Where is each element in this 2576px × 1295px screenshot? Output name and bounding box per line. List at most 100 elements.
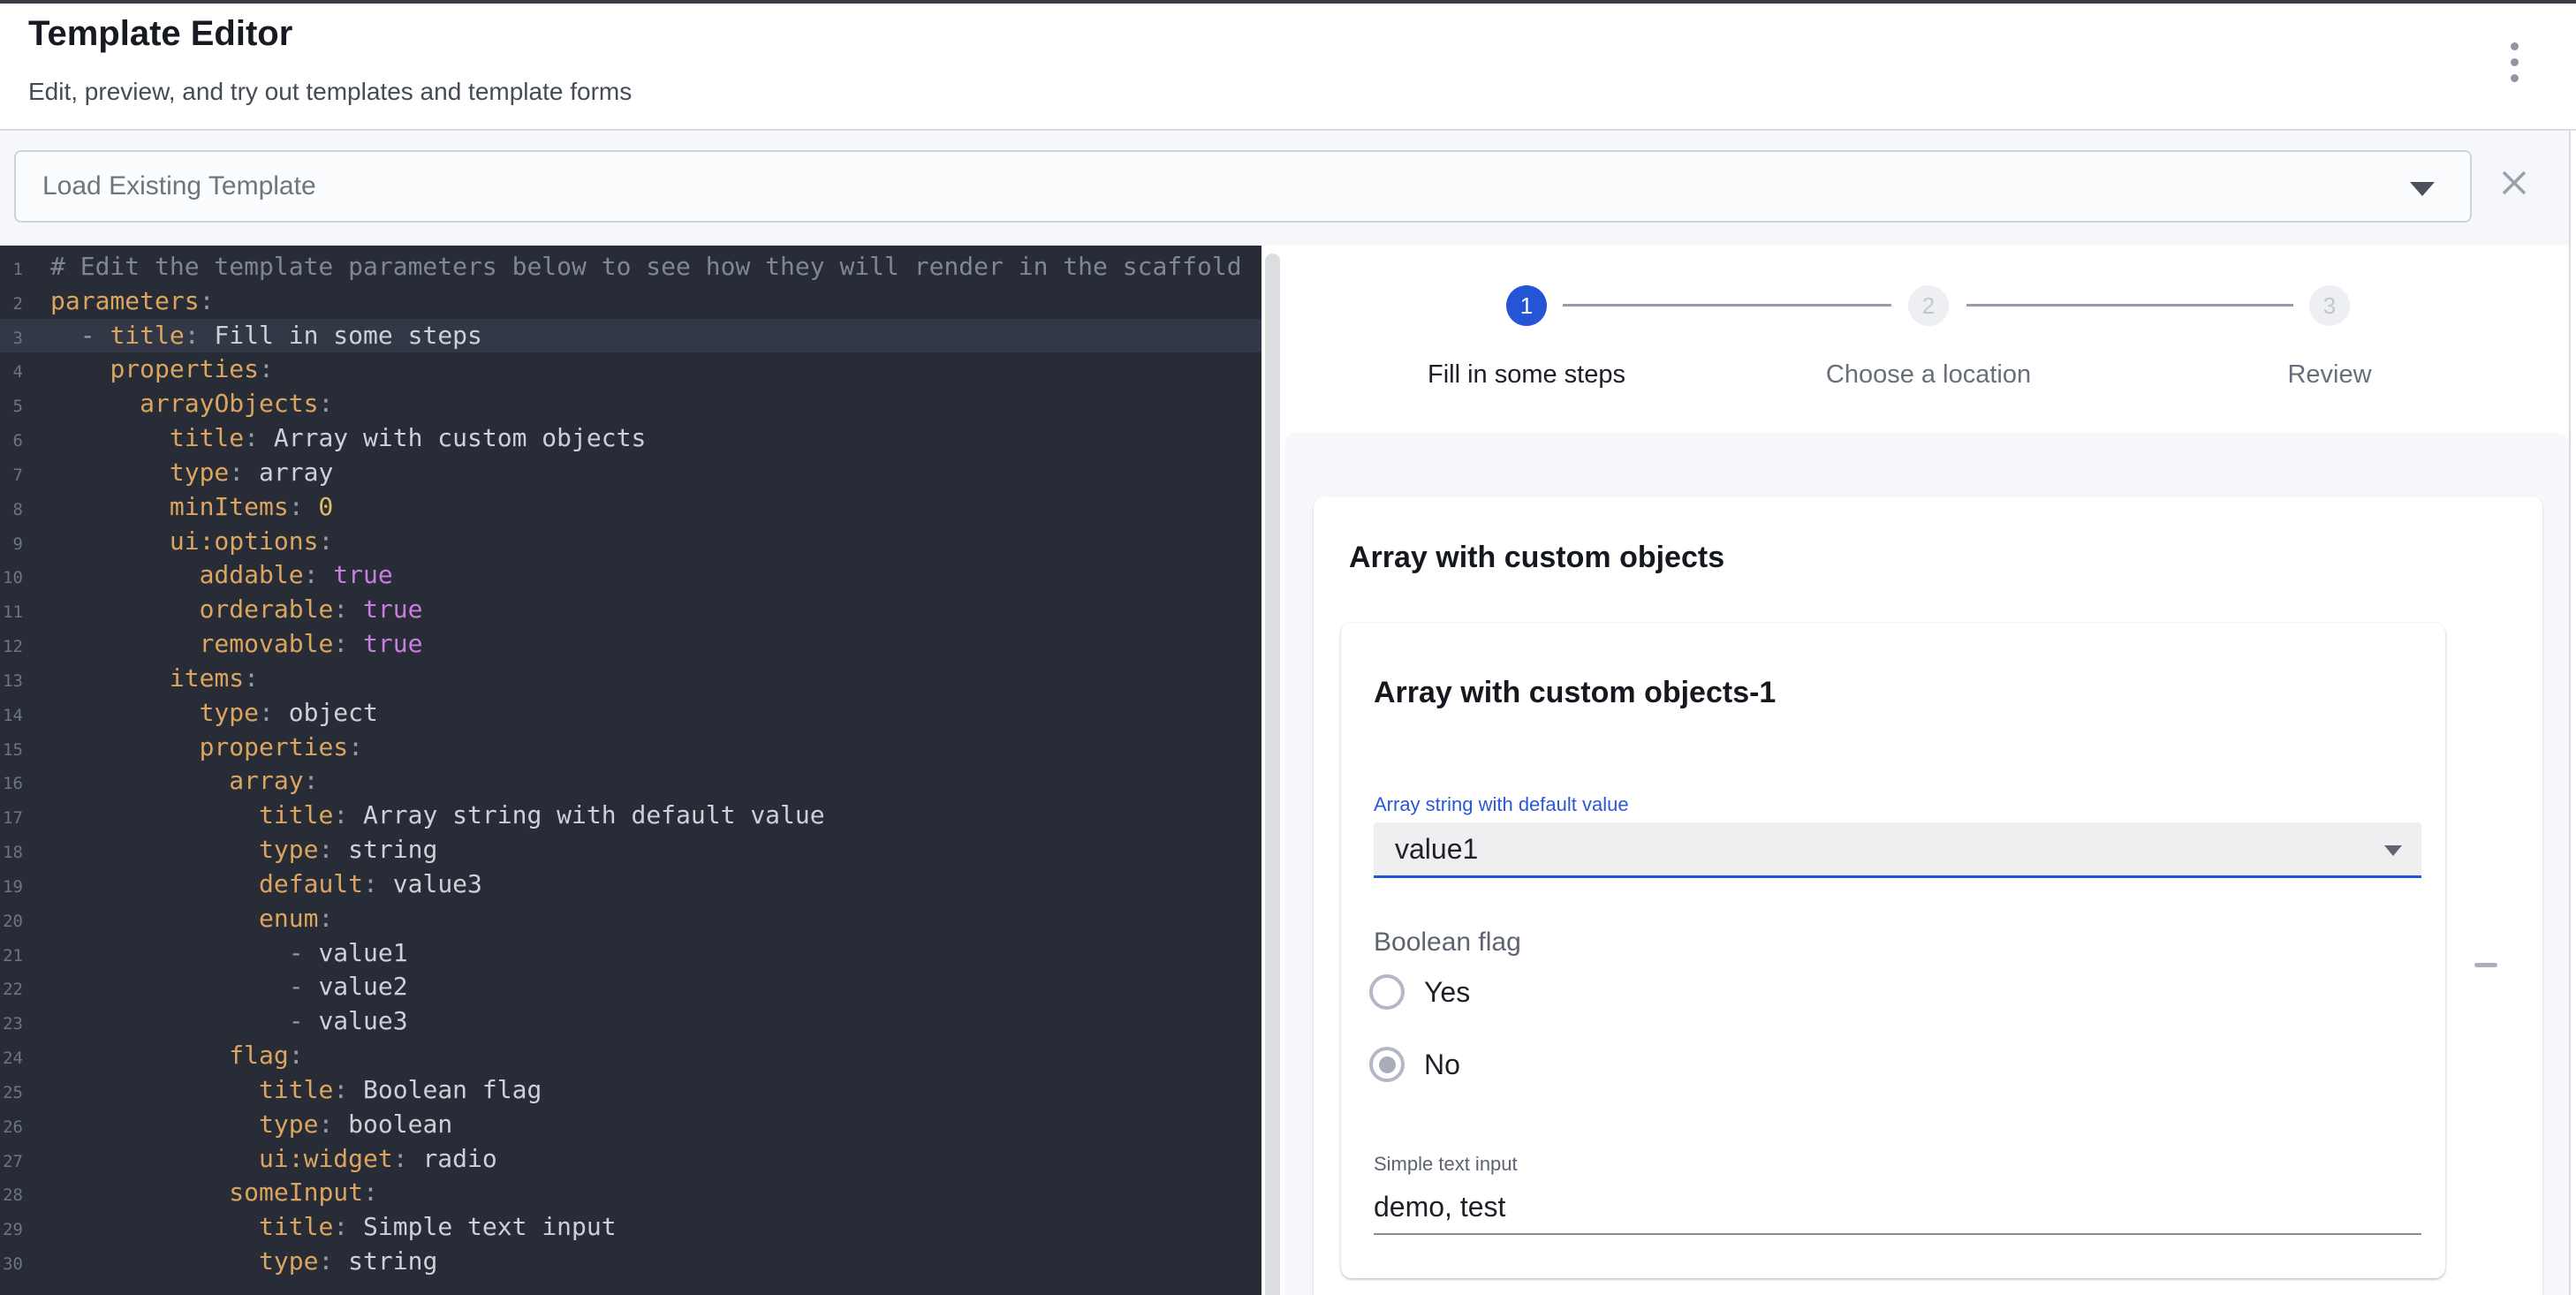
code-token: : [289,1041,304,1070]
code-token: : [318,1246,333,1276]
code-line-23[interactable]: 23 - value3 [0,1004,1261,1039]
stepper-connector [1966,304,2293,307]
code-token [50,594,200,624]
code-token: title [259,800,333,829]
code-token [50,1212,259,1241]
code-line-20[interactable]: 20 enum: [0,902,1261,936]
text-input-underline [1374,1233,2421,1235]
code-token: : [318,389,333,418]
code-line-9[interactable]: 9 ui:options: [0,525,1261,559]
code-line-5[interactable]: 5 arrayObjects: [0,387,1261,421]
code-token [50,835,259,864]
code-token: : [333,594,348,624]
code-token: Fill in some steps [200,321,482,350]
code-token: title [110,321,184,350]
more-options-button[interactable] [2489,37,2539,87]
code-line-4[interactable]: 4 properties: [0,352,1261,387]
code-token: enum [259,904,318,933]
stepper-step-3-circle: 3 [2309,285,2350,326]
code-line-6[interactable]: 6 title: Array with custom objects [0,421,1261,456]
remove-array-item-button[interactable] [2461,940,2511,989]
load-select-placeholder: Load Existing Template [42,152,316,221]
line-number: 8 [0,493,23,527]
code-line-19[interactable]: 19 default: value3 [0,867,1261,902]
page-subtitle: Edit, preview, and try out templates and… [28,78,632,106]
code-token [50,389,140,418]
code-line-12[interactable]: 12 removable: true [0,627,1261,662]
step-number: 2 [1922,292,1935,320]
radio-checked-icon[interactable] [1369,1047,1405,1082]
code-token: : [200,286,215,315]
radio-option-yes[interactable]: Yes [1369,974,1470,1010]
code-line-18[interactable]: 18 type: string [0,833,1261,867]
code-token: : [363,869,378,898]
code-line-2[interactable]: 2parameters: [0,284,1261,319]
line-number: 27 [0,1145,23,1179]
code-token: type [259,1246,318,1276]
select-field-value: value1 [1395,822,1478,875]
code-token: : [259,354,274,383]
code-line-27[interactable]: 27 ui:widget: radio [0,1142,1261,1177]
clear-selection-button[interactable] [2489,158,2539,208]
code-line-10[interactable]: 10 addable: true [0,558,1261,593]
array-string-select[interactable]: value1 [1374,822,2421,878]
code-token [50,492,170,521]
code-token: : [348,732,363,761]
radio-option-no[interactable]: No [1369,1047,1460,1082]
code-line-13[interactable]: 13 items: [0,662,1261,696]
code-token: value3 [378,869,482,898]
code-line-8[interactable]: 8 minItems: 0 [0,490,1261,525]
form-section-card: Array with custom objects Array with cus… [1314,496,2542,1295]
code-line-15[interactable]: 15 properties: [0,731,1261,765]
code-token: type [170,458,229,487]
code-token: radio [408,1144,497,1173]
kebab-dot [2511,58,2519,66]
code-token: : [318,904,333,933]
code-line-7[interactable]: 7 type: array [0,456,1261,490]
code-line-29[interactable]: 29 title: Simple text input [0,1210,1261,1245]
code-line-21[interactable]: 21 - value1 [0,936,1261,971]
template-editor-app: Template Editor Edit, preview, and try o… [0,0,2576,1295]
panel-right-border [2569,129,2571,1295]
select-field-label: Array string with default value [1374,793,1629,816]
code-token [50,732,200,761]
yaml-code-editor[interactable]: 1 # Edit the template parameters below to… [0,246,1261,1295]
code-token: Array string with default value [348,800,824,829]
line-number: 4 [0,355,23,390]
code-line-26[interactable]: 26 type: boolean [0,1108,1261,1142]
code-token: : [304,766,319,795]
code-line-3[interactable]: 3 - title: Fill in some steps [0,319,1261,353]
simple-text-input[interactable]: demo, test [1374,1191,1505,1223]
code-token: array [229,766,303,795]
line-number: 9 [0,527,23,562]
code-line-28[interactable]: 28 someInput: [0,1176,1261,1210]
load-existing-template-select[interactable]: Load Existing Template [14,150,2472,223]
code-token: # Edit the template parameters below to … [50,252,1242,281]
code-line-1[interactable]: 1 # Edit the template parameters below to… [0,250,1261,284]
code-token: type [259,1109,318,1139]
radio-unchecked-icon[interactable] [1369,974,1405,1010]
code-line-25[interactable]: 25 title: Boolean flag [0,1073,1261,1108]
code-token: true [348,594,422,624]
code-line-17[interactable]: 17 title: Array string with default valu… [0,799,1261,833]
code-token: : [304,560,319,589]
line-number: 1 [0,253,23,287]
line-number: 3 [0,322,23,356]
code-line-11[interactable]: 11 orderable: true [0,593,1261,627]
code-token: ui:widget [259,1144,393,1173]
code-line-30[interactable]: 30 type: string [0,1245,1261,1279]
line-number: 16 [0,767,23,801]
code-line-24[interactable]: 24 flag: [0,1039,1261,1073]
load-template-toolbar: Load Existing Template [0,131,2569,246]
code-line-22[interactable]: 22 - value2 [0,970,1261,1004]
code-token: : [229,458,244,487]
code-line-16[interactable]: 16 array: [0,764,1261,799]
chevron-down-icon [2410,182,2435,196]
step-number: 1 [1520,292,1533,320]
line-number: 20 [0,905,23,939]
code-token: : [244,423,259,452]
code-line-14[interactable]: 14 type: object [0,696,1261,731]
code-token: flag [229,1041,288,1070]
editor-resize-handle[interactable] [1265,254,1280,1295]
minus-icon [2474,963,2497,967]
